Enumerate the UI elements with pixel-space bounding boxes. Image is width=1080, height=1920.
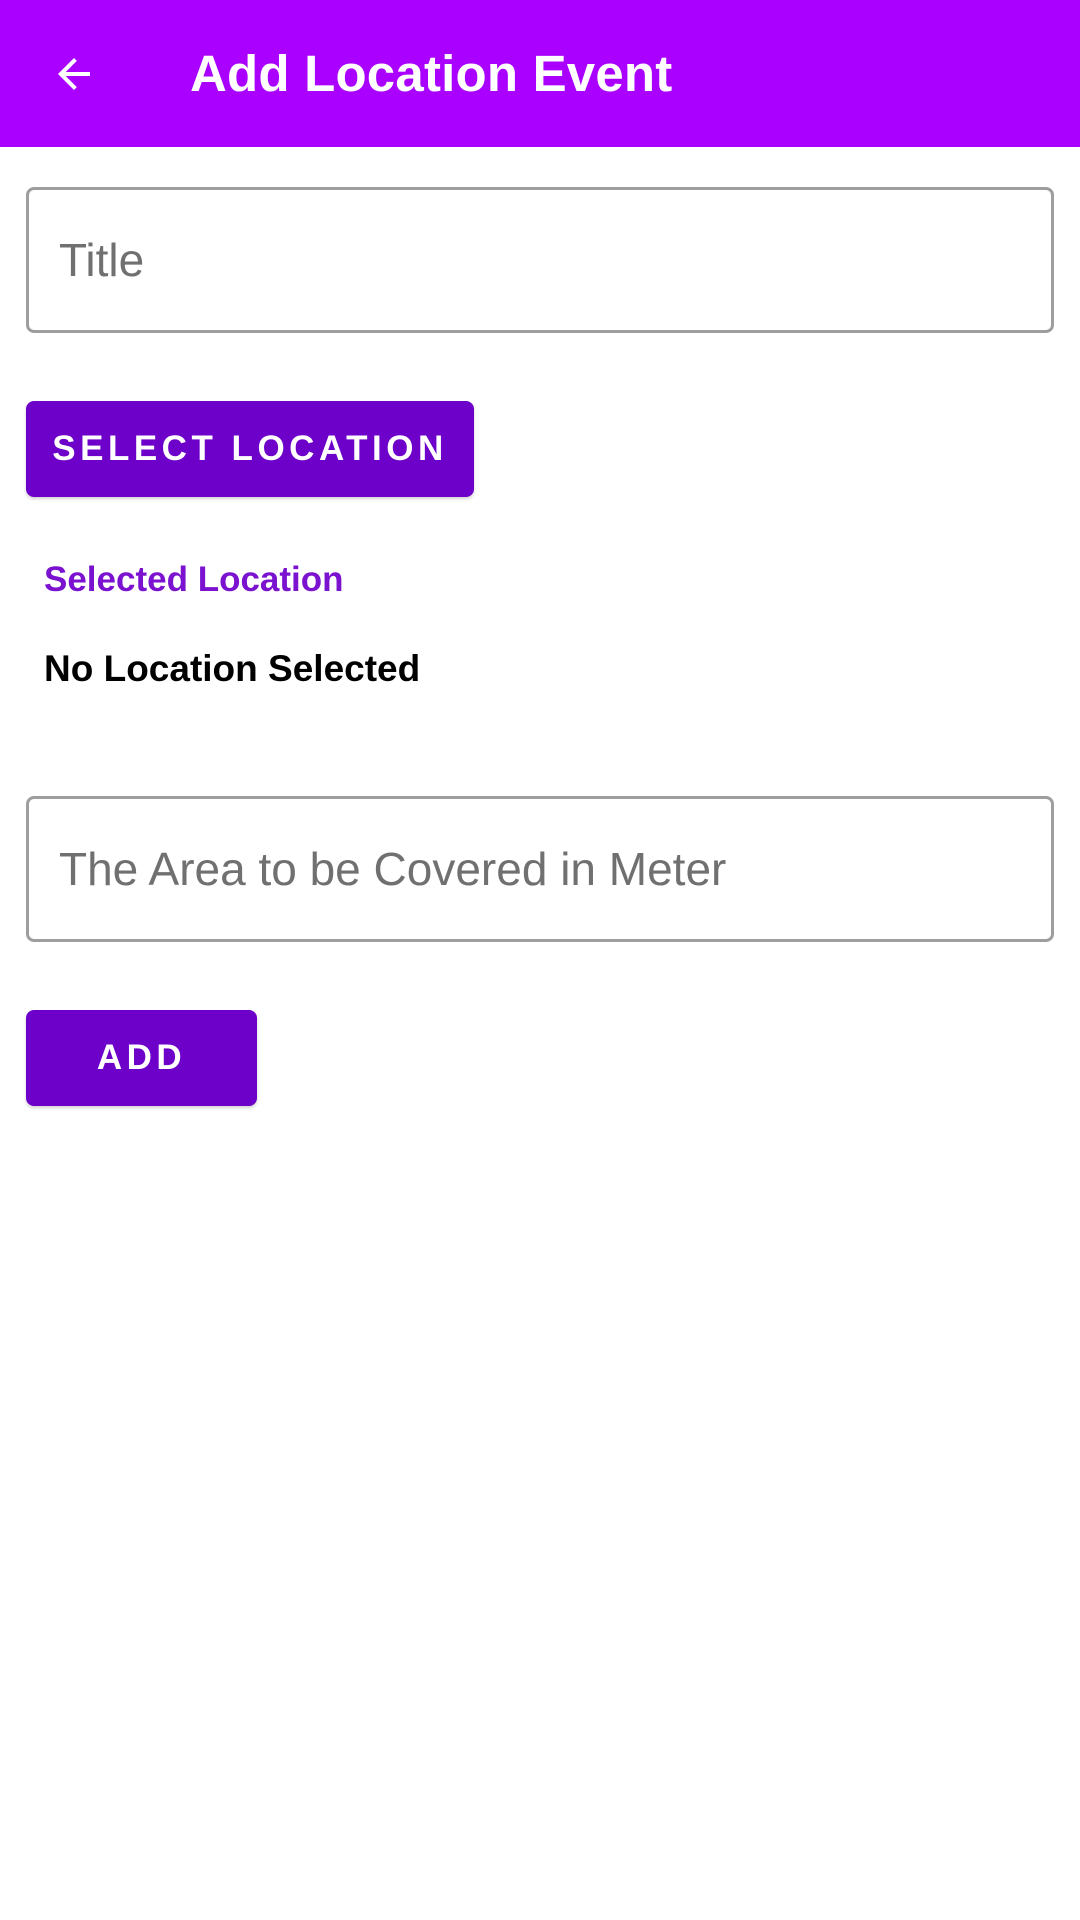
select-location-button[interactable]: SELECT LOCATION — [26, 401, 474, 497]
area-input[interactable] — [26, 796, 1054, 942]
page-title: Add Location Event — [190, 45, 673, 102]
selected-location-label: Selected Location — [44, 560, 344, 599]
app-bar: Add Location Event — [0, 0, 1080, 147]
add-button[interactable]: ADD — [26, 1010, 257, 1106]
title-input[interactable] — [26, 187, 1054, 333]
selected-location-value: No Location Selected — [44, 648, 421, 689]
back-button[interactable] — [26, 26, 122, 122]
arrow-left-icon — [58, 58, 90, 90]
